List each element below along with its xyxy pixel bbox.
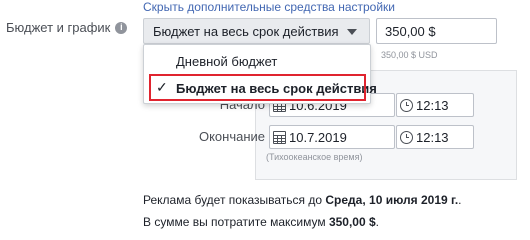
end-date-input[interactable]: 10.7.2019: [269, 125, 395, 149]
budget-amount-hint: 350,00 $ USD: [381, 50, 438, 60]
summary-max-spend: В сумме вы потратите максимум 350,00 $.: [143, 215, 379, 229]
menu-item-label: Дневной бюджет: [176, 53, 278, 69]
summary-line1-prefix: Реклама будет показываться до: [143, 193, 326, 207]
end-date-value: 10.7.2019: [289, 129, 347, 145]
start-time-input[interactable]: 12:13: [396, 93, 474, 117]
summary-line2-suffix: .: [375, 215, 380, 229]
section-label-text: Бюджет и график: [6, 20, 111, 35]
budget-type-dropdown[interactable]: Бюджет на весь срок действия: [143, 18, 370, 44]
chevron-down-icon: [347, 29, 357, 35]
highlight-annotation: [149, 74, 366, 101]
timezone-note: (Тихоокеанское время): [266, 152, 363, 162]
end-time-input[interactable]: 12:13: [396, 125, 474, 149]
clock-icon: [400, 98, 413, 112]
menu-item-daily-budget[interactable]: Дневной бюджет: [144, 48, 370, 74]
summary-line1-suffix: .: [458, 193, 462, 207]
clock-icon: [400, 130, 413, 144]
budget-type-selected: Бюджет на весь срок действия: [153, 23, 339, 39]
budget-amount-input[interactable]: 350,00 $: [376, 18, 497, 44]
end-label: Окончание: [198, 129, 265, 144]
budget-amount-value: 350,00 $: [385, 23, 436, 39]
budget-type-menu: Дневной бюджет ✓ Бюджет на весь срок дей…: [143, 44, 377, 104]
summary-max-spend-value: 350,00 $: [328, 215, 376, 229]
hide-advanced-options-link[interactable]: Скрыть дополнительные средства настройки: [143, 0, 395, 14]
calendar-icon: [273, 130, 286, 144]
end-time-value: 12:13: [416, 129, 449, 145]
summary-end-date-value: Среда, 10 июля 2019 г.: [325, 193, 459, 207]
start-time-value: 12:13: [416, 97, 449, 113]
summary-end-date: Реклама будет показываться до Среда, 10 …: [143, 193, 462, 207]
budget-schedule-label: Бюджет и график i: [6, 20, 128, 35]
summary-line2-prefix: В сумме вы потратите максимум: [143, 215, 329, 229]
info-icon[interactable]: i: [115, 21, 128, 34]
